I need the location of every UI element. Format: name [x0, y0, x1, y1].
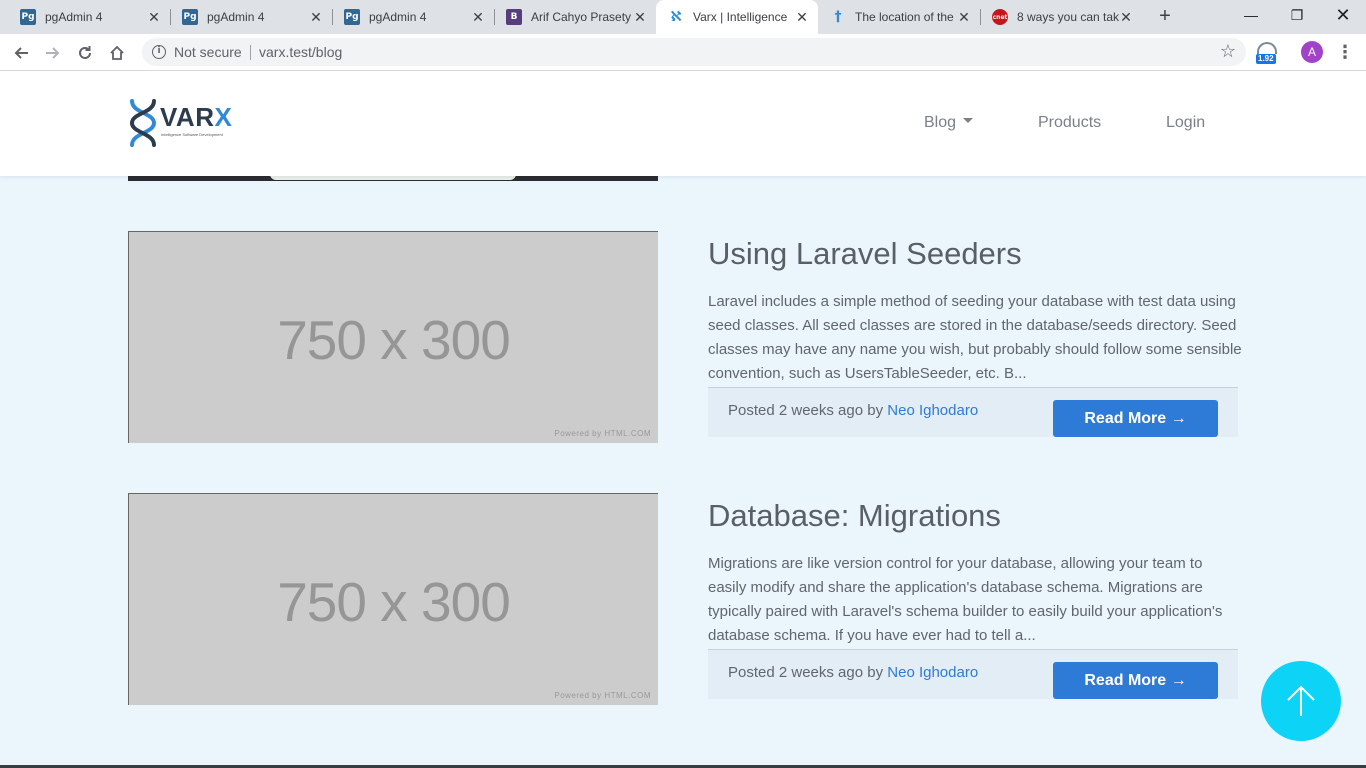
pgadmin-favicon-icon: Pg	[20, 9, 36, 25]
extension-badge: 1.92	[1256, 54, 1276, 64]
logo-wordmark: VARX	[160, 102, 232, 133]
post-footer: Posted 2 weeks ago by Neo Ighodaro Read …	[708, 649, 1238, 699]
back-arrow-icon[interactable]	[8, 40, 34, 66]
browser-tab[interactable]: Pg pgAdmin 4 ✕	[8, 0, 170, 34]
post-meta: Posted 2 weeks ago by Neo Ighodaro	[728, 664, 978, 681]
browser-tab[interactable]: B Arif Cahyo Prasety ✕	[494, 0, 656, 34]
site-header: VARX Intelligence Software Development B…	[0, 71, 1366, 176]
posted-text: Posted 2 weeks ago by	[728, 402, 888, 419]
url-text[interactable]: varx.test/blog	[259, 44, 342, 60]
posted-text: Posted 2 weeks ago by	[728, 664, 888, 681]
varx-favicon-icon: ℵ	[670, 9, 682, 25]
browser-tab[interactable]: Pg pgAdmin 4 ✕	[170, 0, 332, 34]
tab-title: pgAdmin 4	[207, 10, 265, 24]
tab-title: pgAdmin 4	[45, 10, 103, 24]
browser-tab[interactable]: cnet 8 ways you can tak ✕	[980, 0, 1142, 34]
tab-title: pgAdmin 4	[369, 10, 427, 24]
reload-icon[interactable]	[72, 40, 98, 66]
tab-title: Arif Cahyo Prasety	[531, 10, 632, 24]
varx-logo[interactable]: VARX Intelligence Software Development	[128, 99, 242, 149]
logo-text-main: VAR	[160, 102, 215, 132]
nav-blog-dropdown[interactable]: Blog	[924, 114, 974, 132]
read-more-button[interactable]: Read More →	[1053, 400, 1218, 437]
minimize-icon[interactable]: —	[1228, 0, 1274, 30]
browser-tab-active[interactable]: ℵ Varx | Intelligence ✕	[656, 0, 818, 34]
caret-down-icon	[963, 118, 974, 124]
close-tab-icon[interactable]: ✕	[794, 9, 810, 25]
back-to-top-button[interactable]	[1261, 661, 1341, 741]
author-link[interactable]: Neo Ighodaro	[887, 402, 978, 419]
placeholder-credit: Powered by HTML.COM	[554, 691, 651, 700]
new-tab-icon[interactable]: +	[1154, 5, 1176, 27]
close-window-icon[interactable]: ✕	[1320, 0, 1366, 30]
pgadmin-favicon-icon: Pg	[344, 9, 360, 25]
bookmark-star-icon[interactable]: ☆	[1220, 41, 1236, 62]
browser-toolbar: i Not secure varx.test/blog ☆	[0, 34, 1366, 71]
pgadmin-favicon-icon: Pg	[182, 9, 198, 25]
close-tab-icon[interactable]: ✕	[632, 9, 648, 25]
post-thumbnail[interactable]: 750 x 300 Powered by HTML.COM	[128, 231, 658, 443]
read-more-button[interactable]: Read More →	[1053, 662, 1218, 699]
placeholder-credit: Powered by HTML.COM	[554, 429, 651, 438]
nav-blog-label: Blog	[924, 114, 957, 131]
placeholder-dimensions: 750 x 300	[277, 571, 511, 633]
post-thumbnail[interactable]: 750 x 300 Powered by HTML.COM	[128, 493, 658, 705]
speed-extension-icon[interactable]: 1.92	[1255, 42, 1279, 66]
home-icon[interactable]	[104, 40, 130, 66]
post-excerpt: Laravel includes a simple method of seed…	[708, 293, 1242, 382]
post-meta: Posted 2 weeks ago by Neo Ighodaro	[728, 402, 978, 419]
profile-avatar[interactable]: A	[1301, 41, 1323, 63]
author-link[interactable]: Neo Ighodaro	[887, 664, 978, 681]
security-label: Not secure	[174, 44, 242, 60]
address-bar[interactable]: i Not secure varx.test/blog ☆	[142, 38, 1246, 66]
arrow-up-icon	[1287, 685, 1315, 716]
tab-title: 8 ways you can tak	[1017, 10, 1120, 24]
bootstrap-favicon-icon: B	[506, 9, 522, 25]
kebab-menu-icon[interactable]: ⋮	[1336, 41, 1354, 63]
placeholder-dimensions: 750 x 300	[277, 309, 511, 371]
post-title[interactable]: Using Laravel Seeders	[708, 236, 1022, 272]
close-tab-icon[interactable]: ✕	[956, 9, 972, 25]
close-tab-icon[interactable]: ✕	[1118, 9, 1134, 25]
browser-tab-strip: Pg pgAdmin 4 ✕ Pg pgAdmin 4 ✕ Pg pgAdmin…	[0, 0, 1366, 34]
info-icon[interactable]: i	[152, 45, 166, 59]
cross-favicon-icon: †	[834, 9, 842, 25]
omnibox-divider	[250, 45, 251, 60]
logo-tagline: Intelligence Software Development	[161, 132, 223, 137]
forward-arrow-icon[interactable]	[40, 40, 66, 66]
logo-text-accent: X	[214, 102, 233, 132]
cnet-favicon-icon: cnet	[992, 9, 1008, 25]
tab-title: Varx | Intelligence	[693, 10, 788, 24]
nav-login[interactable]: Login	[1166, 114, 1205, 132]
varx-logo-mark-icon	[129, 99, 157, 147]
tab-title: The location of the	[855, 10, 954, 24]
close-tab-icon[interactable]: ✕	[308, 9, 324, 25]
post-footer: Posted 2 weeks ago by Neo Ighodaro Read …	[708, 387, 1238, 437]
gauge-icon	[1257, 42, 1277, 54]
post-excerpt: Migrations are like version control for …	[708, 555, 1223, 644]
browser-tab[interactable]: Pg pgAdmin 4 ✕	[332, 0, 494, 34]
restore-icon[interactable]: ❐	[1274, 0, 1320, 30]
post-title[interactable]: Database: Migrations	[708, 498, 1001, 534]
browser-tab[interactable]: † The location of the ✕	[818, 0, 980, 34]
close-tab-icon[interactable]: ✕	[470, 9, 486, 25]
nav-products[interactable]: Products	[1038, 114, 1101, 132]
close-tab-icon[interactable]: ✕	[146, 9, 162, 25]
